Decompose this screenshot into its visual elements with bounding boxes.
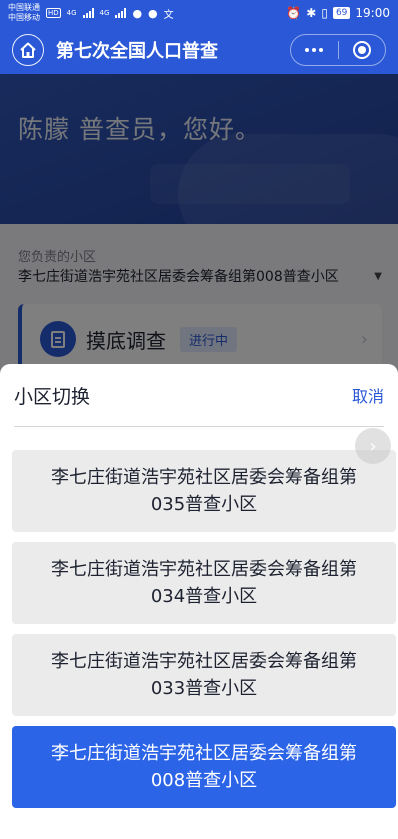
home-icon — [20, 42, 36, 58]
community-option[interactable]: 李七庄街道浩宇苑社区居委会筹备组第 034普查小区 — [12, 542, 396, 624]
carrier-2-label: 中国移动 — [8, 13, 40, 22]
option-text-line1: 李七庄街道浩宇苑社区居委会筹备组第 — [51, 651, 357, 672]
option-text-line2: 034普查小区 — [150, 586, 258, 607]
network-2-label: 4G — [99, 9, 110, 17]
community-option[interactable]: 李七庄街道浩宇苑社区居委会筹备组第 035普查小区 — [12, 450, 396, 532]
alarm-icon: ⏰ — [286, 6, 302, 20]
divider — [14, 426, 384, 427]
battery-icon: 69 — [332, 7, 351, 19]
message-icon: ● — [148, 6, 158, 20]
option-text-line1: 李七庄街道浩宇苑社区居委会筹备组第 — [51, 559, 357, 580]
nav-bar: 第七次全国人口普查 — [0, 26, 398, 74]
clock: 19:00 — [355, 6, 390, 20]
network-1-label: 4G — [66, 9, 77, 17]
sheet-header: 小区切换 取消 — [0, 364, 398, 426]
community-option[interactable]: 李七庄街道浩宇苑社区居委会筹备组第 033普查小区 — [12, 634, 396, 716]
carrier-1-label: 中国联通 — [8, 3, 40, 12]
page-title: 第七次全国人口普查 — [56, 41, 218, 62]
floating-arrow-button[interactable]: › — [355, 428, 391, 464]
community-options-list: 李七庄街道浩宇苑社区居委会筹备组第 035普查小区 李七庄街道浩宇苑社区居委会筹… — [12, 450, 396, 818]
community-option-selected[interactable]: 李七庄街道浩宇苑社区居委会筹备组第 008普查小区 — [12, 726, 396, 808]
translate-icon: 文 — [163, 9, 174, 21]
home-button[interactable] — [12, 34, 44, 66]
more-dots-icon — [305, 48, 324, 52]
vibrate-icon: ▯ — [321, 6, 328, 20]
signal-2-icon — [115, 8, 127, 18]
option-text-line1: 李七庄街道浩宇苑社区居委会筹备组第 — [51, 467, 357, 488]
chevron-right-icon: › — [369, 435, 377, 457]
option-text-line1: 李七庄街道浩宇苑社区居委会筹备组第 — [51, 743, 357, 764]
sheet-title: 小区切换 — [14, 385, 91, 408]
community-switch-sheet: 小区切换 取消 李七庄街道浩宇苑社区居委会筹备组第 035普查小区 李七庄街道浩… — [0, 364, 398, 839]
cancel-button[interactable]: 取消 — [352, 383, 384, 407]
option-text-line2: 035普查小区 — [150, 494, 258, 515]
miniprogram-capsule — [290, 34, 386, 66]
modal-overlay[interactable] — [0, 74, 398, 374]
option-text-line2: 033普查小区 — [150, 678, 258, 699]
hd-badge: HD — [46, 8, 61, 18]
option-text-line2: 008普查小区 — [150, 770, 258, 791]
signal-1-icon — [82, 8, 94, 18]
bluetooth-icon: ✱ — [306, 6, 317, 20]
close-miniprogram-button[interactable] — [339, 35, 386, 65]
status-bar: 中国联通 中国移动 HD 4G 4G ● ● 文 ⏰ ✱ ▯ 69 19:00 — [0, 0, 398, 26]
target-icon — [352, 41, 371, 59]
wechat-icon: ● — [132, 6, 143, 20]
carrier-names: 中国联通 中国移动 — [8, 3, 40, 23]
more-button[interactable] — [291, 35, 338, 65]
